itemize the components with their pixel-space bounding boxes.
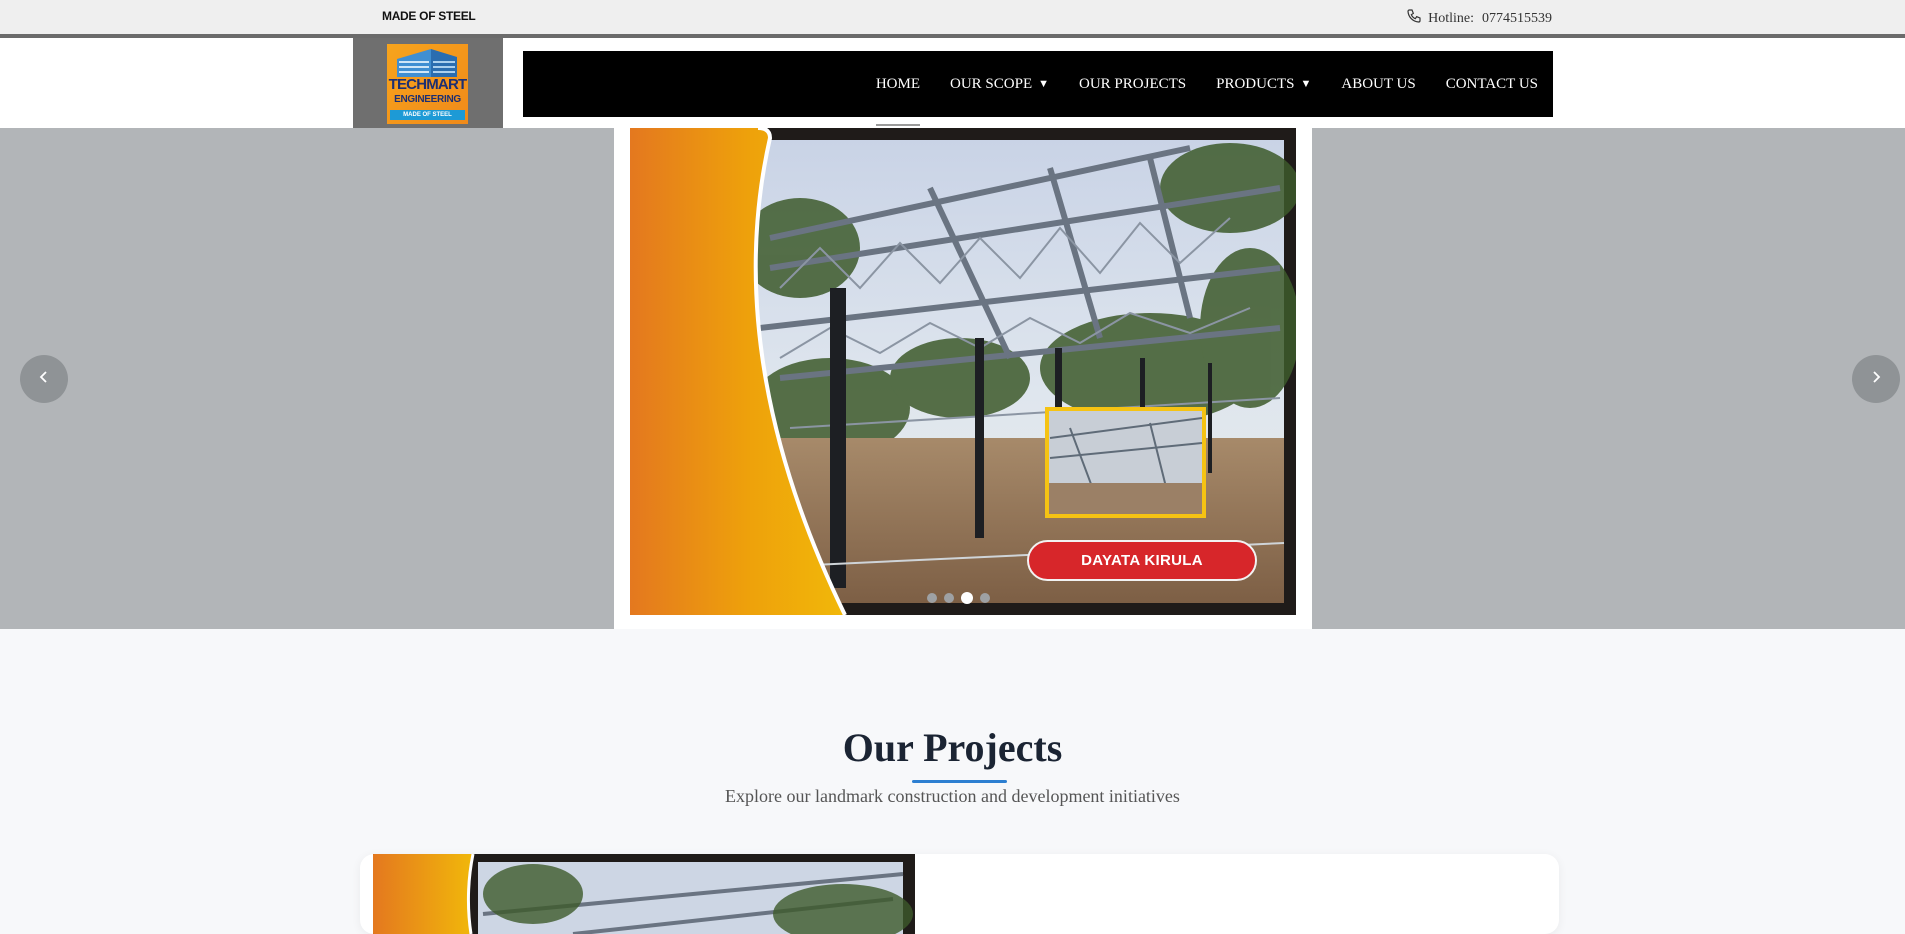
top-bar: MADE OF STEEL Hotline: 0774515539 xyxy=(0,0,1905,38)
project-thumbnail-image xyxy=(373,854,915,934)
slider-dot[interactable] xyxy=(961,592,973,604)
section-subtitle: Explore our landmark construction and de… xyxy=(725,786,1180,806)
nav-list: HOME OUR SCOPE ▼ OUR PROJECTS PRODUCTS ▼ A… xyxy=(875,51,1538,126)
slider-dot[interactable] xyxy=(980,593,990,603)
main-nav: HOME OUR SCOPE ▼ OUR PROJECTS PRODUCTS ▼ A… xyxy=(523,51,1553,126)
nav-item-label: ABOUT US xyxy=(1341,75,1416,92)
nav-item-contact-us[interactable]: CONTACT US xyxy=(1446,76,1538,93)
chevron-left-icon xyxy=(36,369,52,390)
dropdown-caret-icon: ▼ xyxy=(1038,78,1050,90)
dropdown-caret-icon: ▼ xyxy=(1300,78,1312,90)
logo-container[interactable]: TECHMART ENGINEERING MADE OF STEEL xyxy=(353,38,503,128)
logo-text-sub: ENGINEERING xyxy=(394,94,461,105)
chevron-right-icon xyxy=(1868,369,1884,390)
project-thumbnail[interactable] xyxy=(373,854,915,934)
nav-item-label: HOME xyxy=(875,75,921,92)
nav-item-about-us[interactable]: ABOUT US xyxy=(1341,76,1415,93)
logo-text-main: TECHMART xyxy=(388,76,468,93)
nav-item-label: PRODUCTS xyxy=(1216,75,1295,92)
nav-item-our-scope[interactable]: OUR SCOPE ▼ xyxy=(950,76,1049,93)
prev-slide-button[interactable] xyxy=(20,355,68,403)
project-card[interactable] xyxy=(360,854,1559,934)
nav-item-home[interactable]: HOME xyxy=(875,75,921,126)
slider-dot[interactable] xyxy=(944,593,954,603)
slide-cta-button[interactable]: DAYATA KIRULA xyxy=(1027,540,1257,581)
hotline-number[interactable]: 0774515539 xyxy=(1482,11,1552,27)
logo-text-tag: MADE OF STEEL xyxy=(390,110,465,120)
nav-item-label: OUR SCOPE xyxy=(950,75,1033,92)
title-underline xyxy=(912,780,1007,783)
nav-item-label: OUR PROJECTS xyxy=(1079,75,1187,92)
nav-item-our-projects[interactable]: OUR PROJECTS xyxy=(1079,76,1186,93)
section-title: Our Projects xyxy=(842,725,1063,770)
hotline[interactable]: Hotline: 0774515539 xyxy=(1406,8,1552,29)
nav-item-products[interactable]: PRODUCTS ▼ xyxy=(1216,76,1311,93)
tagline: MADE OF STEEL xyxy=(382,9,476,23)
logo-building-icon xyxy=(397,49,457,77)
company-logo[interactable]: TECHMART ENGINEERING MADE OF STEEL xyxy=(387,44,468,124)
site-header: TECHMART ENGINEERING MADE OF STEEL HOME … xyxy=(0,38,1905,128)
nav-item-label: CONTACT US xyxy=(1445,75,1538,92)
phone-icon xyxy=(1406,8,1422,29)
slider-dot[interactable] xyxy=(927,593,937,603)
hero-slider: DAYATA KIRULA xyxy=(0,128,1905,629)
slider-dots xyxy=(927,592,990,604)
hotline-label: Hotline: xyxy=(1428,10,1474,26)
next-slide-button[interactable] xyxy=(1852,355,1900,403)
